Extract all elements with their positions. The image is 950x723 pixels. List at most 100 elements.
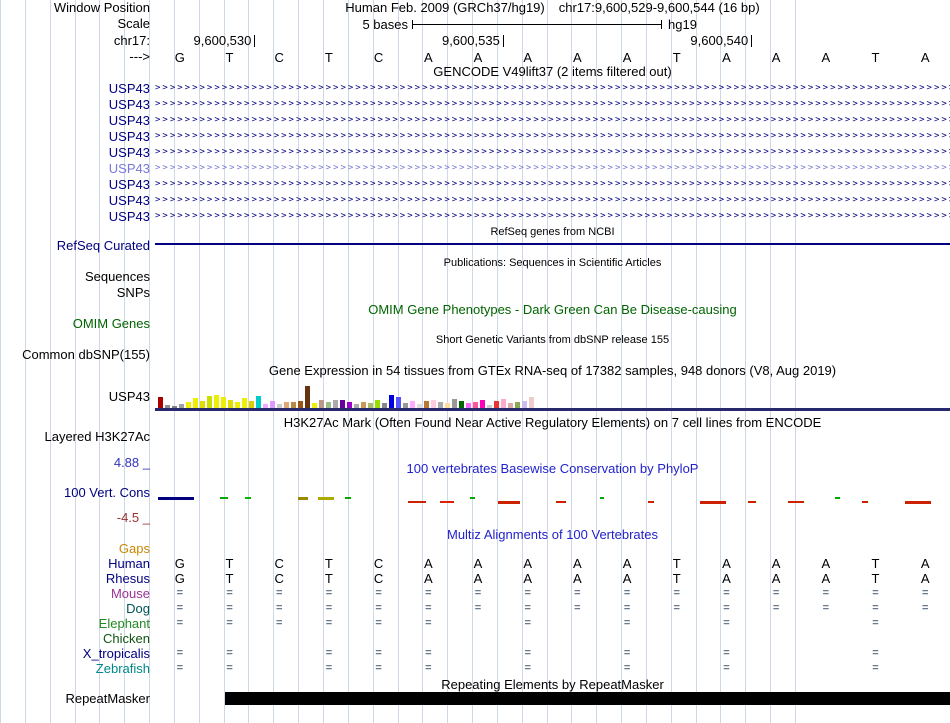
alignment-gap-mark: = <box>574 587 581 599</box>
conservation-mark <box>600 497 604 499</box>
aligned-base: A <box>423 571 433 586</box>
omim-genes-label[interactable]: OMIM Genes <box>0 317 150 331</box>
refseq-gene-line[interactable] <box>155 243 950 245</box>
gtex-tissue-bar <box>305 386 310 409</box>
conservation-mark <box>220 497 228 499</box>
repeat-element-bar[interactable] <box>225 692 950 705</box>
gene-label[interactable]: USP43 <box>0 177 150 192</box>
gene-row[interactable]: USP43 >>>>>>>>>>>>>>>>>>>>>>>>>>>>>>>>>>>… <box>0 193 950 208</box>
aligned-base: T <box>672 556 681 571</box>
alignment-row[interactable]: Zebrafish = = = = = = = = = <box>0 661 950 676</box>
snps-label[interactable]: SNPs <box>0 286 150 300</box>
alignment-row[interactable]: Human G T C T C A A A A A T A A A T A <box>0 556 950 571</box>
alignment-row[interactable]: Chicken <box>0 631 950 646</box>
alignment-gap-mark: = <box>226 602 233 614</box>
refseq-curated-label[interactable]: RefSeq Curated <box>0 239 150 253</box>
sequence-track: GTCTCAAAAATAAATA <box>155 50 950 65</box>
alignment-row[interactable]: X_tropicalis = = = = = = = = = <box>0 646 950 661</box>
gene-row[interactable]: USP43 >>>>>>>>>>>>>>>>>>>>>>>>>>>>>>>>>>>… <box>0 161 950 176</box>
aligned-base: G <box>174 571 185 586</box>
aligned-base: T <box>871 556 880 571</box>
alignment-gap-mark: = <box>375 647 382 659</box>
gene-label[interactable]: USP43 <box>0 81 150 96</box>
aligned-base: A <box>523 571 532 586</box>
repeatmasker-title: Repeating Elements by RepeatMasker <box>441 677 664 692</box>
ruler-track: 9,600,530 9,600,535 9,600,540 <box>155 34 950 49</box>
alignment-gap-mark: = <box>673 587 680 599</box>
conservation-mark <box>788 501 804 503</box>
aligned-base: A <box>523 556 532 571</box>
gene-row[interactable]: USP43 >>>>>>>>>>>>>>>>>>>>>>>>>>>>>>>>>>>… <box>0 129 950 144</box>
alignment-gap-mark: = <box>524 647 531 659</box>
gene-label[interactable]: USP43 <box>0 129 150 144</box>
alignment-gap-mark: = <box>325 662 333 674</box>
alignment-row[interactable]: Dog = = = = = = = = = = = = = = = = <box>0 601 950 616</box>
conservation-mark <box>556 501 566 503</box>
aligned-base: A <box>622 571 632 586</box>
aligned-base: T <box>672 571 681 586</box>
gene-row[interactable]: USP43 >>>>>>>>>>>>>>>>>>>>>>>>>>>>>>>>>>>… <box>0 81 950 96</box>
species-label[interactable]: Zebrafish <box>0 661 150 676</box>
assembly-name: Human Feb. 2009 (GRCh37/hg19) <box>345 0 545 15</box>
alignment-gap-mark: = <box>425 602 432 614</box>
gtex-gene-label[interactable]: USP43 <box>0 390 150 404</box>
conservation-mark <box>648 501 654 503</box>
cons-label[interactable]: 100 Vert. Cons <box>0 486 150 500</box>
gene-arrow-line: >>>>>>>>>>>>>>>>>>>>>>>>>>>>>>>>>>>>>>>>… <box>155 179 950 189</box>
aligned-base: A <box>920 571 930 586</box>
gene-label[interactable]: USP43 <box>0 145 150 160</box>
alignment-gap-mark: = <box>375 587 382 599</box>
species-label[interactable]: Human <box>0 556 150 571</box>
gene-arrow-line: >>>>>>>>>>>>>>>>>>>>>>>>>>>>>>>>>>>>>>>>… <box>155 99 950 109</box>
aligned-base: C <box>373 571 384 586</box>
species-label[interactable]: Mouse <box>0 586 150 601</box>
repeatmasker-label[interactable]: RepeatMasker <box>0 692 150 706</box>
alignment-gap-mark: = <box>176 602 184 614</box>
species-label[interactable]: Chicken <box>0 631 150 646</box>
species-label[interactable]: Dog <box>0 601 150 616</box>
gene-label[interactable]: USP43 <box>0 161 150 176</box>
alignment-gap-mark: = <box>375 602 382 614</box>
alignment-gap-mark: = <box>226 662 233 674</box>
gene-label[interactable]: USP43 <box>0 193 150 208</box>
base-letter: A <box>573 50 582 65</box>
conservation-mark <box>245 497 251 499</box>
gene-row[interactable]: USP43 >>>>>>>>>>>>>>>>>>>>>>>>>>>>>>>>>>>… <box>0 97 950 112</box>
gene-row[interactable]: USP43 >>>>>>>>>>>>>>>>>>>>>>>>>>>>>>>>>>>… <box>0 177 950 192</box>
alignment-gap-mark: = <box>623 617 631 629</box>
gene-label[interactable]: USP43 <box>0 113 150 128</box>
conservation-mark <box>748 501 756 503</box>
alignment-row[interactable]: Rhesus G T C T C A A A A A T A A A T A <box>0 571 950 586</box>
gaps-label[interactable]: Gaps <box>0 542 150 556</box>
gene-label[interactable]: USP43 <box>0 209 150 224</box>
species-label[interactable]: Rhesus <box>0 571 150 586</box>
alignment-cells: = = = = = = = = = = = = = = = = <box>155 586 950 601</box>
dbsnp-title: Short Genetic Variants from dbSNP releas… <box>435 334 670 346</box>
alignment-cells: = = = = = = = = = = <box>155 616 950 631</box>
species-label[interactable]: X_tropicalis <box>0 646 150 661</box>
gene-row[interactable]: USP43 >>>>>>>>>>>>>>>>>>>>>>>>>>>>>>>>>>>… <box>0 145 950 160</box>
coordinate-label: 9,600,530 <box>193 33 252 48</box>
aligned-base: A <box>622 556 632 571</box>
alignment-gap-mark: = <box>524 617 531 629</box>
gene-label[interactable]: USP43 <box>0 97 150 112</box>
alignment-gap-mark: = <box>921 602 929 614</box>
alignment-gap-mark: = <box>425 587 432 599</box>
cons-track[interactable] <box>155 492 950 508</box>
phylop-title: 100 vertebrates Basewise Conservation by… <box>406 461 699 476</box>
gene-arrow-line: >>>>>>>>>>>>>>>>>>>>>>>>>>>>>>>>>>>>>>>>… <box>155 115 950 125</box>
base-letter: C <box>274 50 284 65</box>
gene-row[interactable]: USP43 >>>>>>>>>>>>>>>>>>>>>>>>>>>>>>>>>>>… <box>0 209 950 224</box>
tracks-content: Window Position Human Feb. 2009 (GRCh37/… <box>0 0 950 723</box>
coordinate-tick <box>502 35 504 47</box>
dbsnp-label[interactable]: Common dbSNP(155) <box>0 348 150 362</box>
h3k27ac-label[interactable]: Layered H3K27Ac <box>0 430 150 444</box>
species-label[interactable]: Elephant <box>0 616 150 631</box>
sequences-label[interactable]: Sequences <box>0 270 150 284</box>
gene-row[interactable]: USP43 >>>>>>>>>>>>>>>>>>>>>>>>>>>>>>>>>>>… <box>0 113 950 128</box>
gene-arrow-line: >>>>>>>>>>>>>>>>>>>>>>>>>>>>>>>>>>>>>>>>… <box>155 83 950 93</box>
gtex-bars[interactable] <box>158 381 540 409</box>
alignment-row[interactable]: Mouse = = = = = = = = = = = = = = = = <box>0 586 950 601</box>
scale-bar-label: 5 bases <box>362 17 408 32</box>
alignment-row[interactable]: Elephant = = = = = = = = = = <box>0 616 950 631</box>
